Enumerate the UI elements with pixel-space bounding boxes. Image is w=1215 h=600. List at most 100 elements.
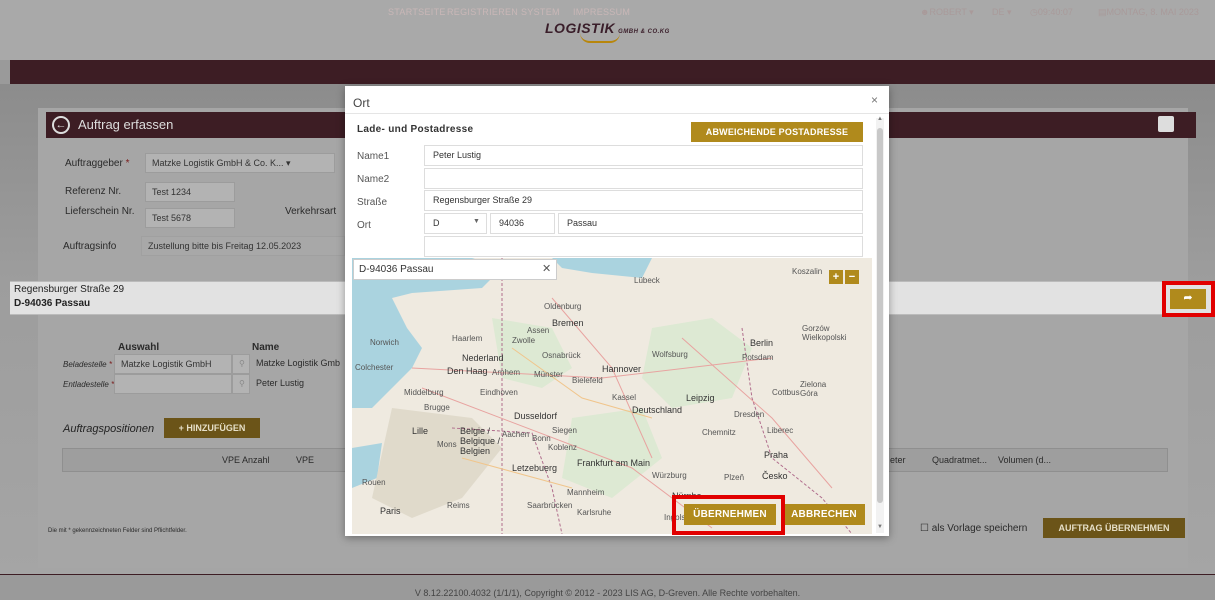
- strasse-input[interactable]: Regensburger Straße 29: [424, 190, 863, 211]
- entladestelle-search-icon[interactable]: ⚲: [232, 374, 250, 394]
- map-label-aachen: Aachen: [502, 430, 530, 439]
- map-label-berlin: Berlin: [750, 338, 774, 348]
- map-label-bonn: Bonn: [532, 434, 551, 443]
- map-label-arnhem: Arnhem: [492, 368, 521, 377]
- name1-label: Name1: [357, 151, 390, 162]
- logo-subtext: GMBH & CO.KG: [618, 29, 670, 35]
- timer-value: 09:40:07: [1037, 7, 1073, 17]
- hinzufuegen-button[interactable]: + HINZUFÜGEN: [164, 418, 260, 438]
- address-extra-input[interactable]: [424, 236, 863, 257]
- map-label-luebeck: Lübeck: [634, 276, 660, 285]
- map-view[interactable]: Bremen Hannover Berlin Potsdam Leipzig D…: [352, 258, 872, 534]
- map-label-deutschland: Deutschland: [632, 405, 683, 415]
- language-label: DE: [992, 7, 1005, 17]
- entladestelle-label: Entladestelle *: [63, 380, 115, 389]
- col-vpe-anzahl: VPE Anzahl: [222, 455, 270, 465]
- abbrechen-button[interactable]: ABBRECHEN: [783, 504, 865, 525]
- scrollbar-thumb[interactable]: [877, 128, 883, 503]
- lieferschein-label: Lieferschein Nr.: [65, 206, 135, 217]
- map-label-letzebuerg: Letzebuerg: [512, 463, 558, 473]
- abweichende-postadresse-button[interactable]: ABWEICHENDE POSTADRESSE: [691, 122, 863, 142]
- suggestion-city: D-94036 Passau: [14, 298, 91, 309]
- referenz-label: Referenz Nr.: [65, 186, 122, 197]
- map-label-zielona-gora: Zielona Góra: [800, 380, 827, 398]
- entladestelle-input[interactable]: [114, 374, 232, 394]
- close-icon[interactable]: ×: [871, 93, 878, 107]
- map-label-gorzow: Gorzów Wielkopolski: [802, 324, 847, 342]
- col-meter: eter: [890, 455, 906, 465]
- map-label-mons: Mons: [437, 440, 457, 449]
- beladestelle-search-icon[interactable]: ⚲: [232, 354, 250, 374]
- back-icon[interactable]: ←: [52, 116, 70, 134]
- map-label-saarbruecken: Saarbrücken: [527, 501, 573, 510]
- col-vpe: VPE: [296, 455, 315, 465]
- name1-input[interactable]: Peter Lustig: [424, 145, 863, 166]
- edit-icon[interactable]: [1158, 116, 1174, 132]
- zoom-in-button[interactable]: +: [829, 270, 843, 284]
- map-label-haarlem: Haarlem: [452, 334, 483, 343]
- nav-registrieren[interactable]: REGISTRIEREN: [447, 7, 518, 17]
- auftragsinfo-input[interactable]: Zustellung bitte bis Freitag 12.05.2023: [141, 236, 345, 256]
- scroll-down-icon[interactable]: ▼: [877, 524, 883, 530]
- vorlage-checkbox[interactable]: ☐ als Vorlage speichern: [920, 523, 1027, 534]
- map-label-karlsruhe: Karlsruhe: [577, 508, 612, 517]
- map-label-potsdam: Potsdam: [742, 353, 774, 362]
- map-label-dresden: Dresden: [734, 410, 765, 419]
- date-value: MONTAG, 8. MAI 2023: [1106, 7, 1199, 17]
- col-volumen: Volumen (d...: [998, 455, 1052, 465]
- map-label-kassel: Kassel: [612, 393, 637, 402]
- nav-startseite[interactable]: STARTSEITE: [388, 7, 446, 17]
- nav-impressum[interactable]: IMPRESSUM: [573, 7, 630, 17]
- scroll-up-icon[interactable]: ▲: [877, 116, 883, 122]
- auftraggeber-label: Auftraggeber *: [65, 158, 130, 169]
- footer-text: V 8.12.22100.4032 (1/1/1), Copyright © 2…: [414, 588, 801, 598]
- map-label-osnabrueck: Osnabrück: [542, 351, 581, 360]
- page-title: Auftrag erfassen: [78, 117, 174, 132]
- map-label-frankfurt: Frankfurt am Main: [577, 458, 651, 468]
- map-label-praha: Praha: [764, 450, 789, 460]
- auftraggeber-select[interactable]: Matzke Logistik GmbH & Co. K... ▾: [145, 153, 335, 173]
- map-label-cesko: Česko: [762, 471, 788, 481]
- user-name: ROBERT: [929, 7, 967, 17]
- map-label-zwolle: Zwolle: [512, 336, 536, 345]
- map-search-input[interactable]: D-94036 Passau: [353, 259, 557, 280]
- city-input[interactable]: Passau: [558, 213, 863, 234]
- dialog-divider: [345, 113, 889, 114]
- user-menu[interactable]: ☻ROBERT ▾: [920, 7, 974, 18]
- map-label-brugge: Brugge: [424, 403, 450, 412]
- map-label-muenster: Münster: [534, 370, 563, 379]
- map-label-reims: Reims: [447, 501, 470, 510]
- language-menu[interactable]: DE ▾: [992, 7, 1012, 18]
- clear-search-icon[interactable]: ✕: [542, 262, 551, 275]
- country-value: D: [433, 218, 440, 228]
- auftrag-uebernehmen-button[interactable]: AUFTRAG ÜBERNEHMEN: [1043, 518, 1185, 538]
- dialog-title: Ort: [353, 96, 370, 110]
- map-label-assen: Assen: [527, 326, 550, 335]
- map-label-middelburg: Middelburg: [404, 388, 444, 397]
- nav-system[interactable]: SYSTEM: [521, 7, 560, 17]
- suggestion-street: Regensburger Straße 29: [14, 284, 125, 295]
- map-label-oldenburg: Oldenburg: [544, 302, 582, 311]
- main-navbar: [10, 60, 1215, 84]
- country-select[interactable]: D ▼: [424, 213, 487, 234]
- referenz-input[interactable]: Test 1234: [145, 182, 235, 202]
- map-label-dusseldorf: Dusseldorf: [514, 411, 558, 421]
- map-label-mannheim: Mannheim: [567, 488, 605, 497]
- beladestelle-input[interactable]: Matzke Logistik GmbH: [114, 354, 232, 374]
- plz-input[interactable]: 94036: [490, 213, 555, 234]
- entladestelle-name: Peter Lustig: [256, 378, 305, 388]
- name2-input[interactable]: [424, 168, 863, 189]
- zoom-out-button[interactable]: −: [845, 270, 859, 284]
- map-label-bielefeld: Bielefeld: [572, 376, 603, 385]
- map-label-leipzig: Leipzig: [686, 393, 715, 403]
- auftragsinfo-label: Auftragsinfo: [63, 241, 117, 252]
- session-timer: ◷09:40:07: [1030, 7, 1073, 17]
- beladestelle-label: Beladestelle *: [63, 360, 112, 369]
- map-label-eindhoven: Eindhoven: [480, 388, 518, 397]
- map-label-rouen: Rouen: [362, 478, 386, 487]
- map-label-siegen: Siegen: [552, 426, 577, 435]
- lieferschein-input[interactable]: Test 5678: [145, 208, 235, 228]
- chevron-down-icon: ▼: [473, 218, 480, 225]
- map-label-lille: Lille: [412, 426, 429, 436]
- map-label-koblenz: Koblenz: [548, 443, 577, 452]
